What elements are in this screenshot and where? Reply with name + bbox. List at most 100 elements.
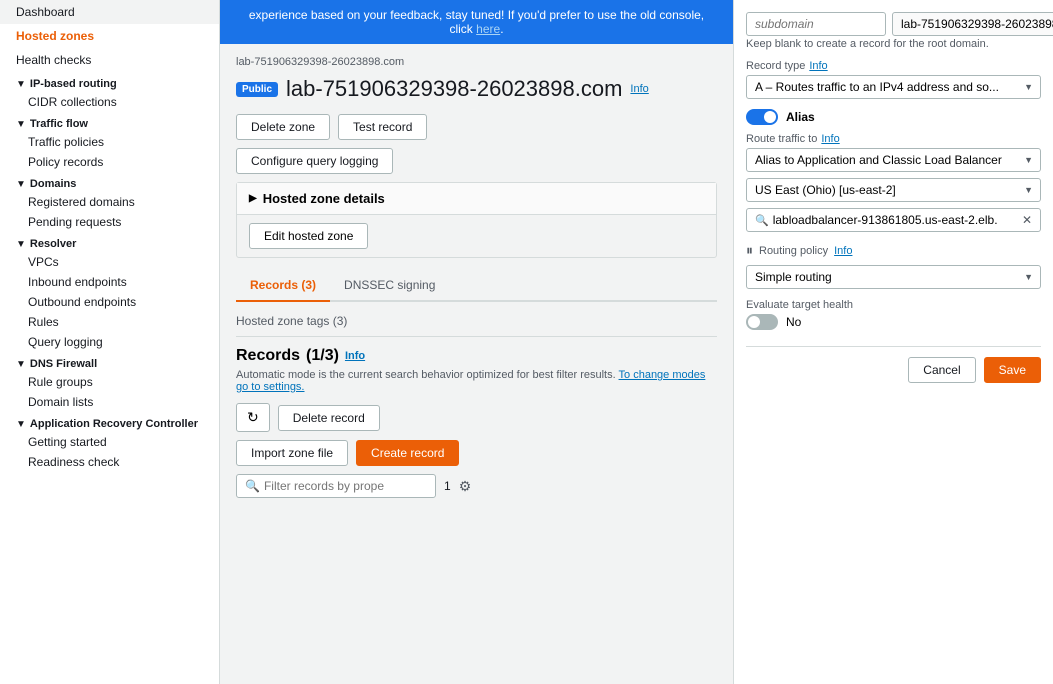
action-buttons: Delete zone Test record: [236, 114, 717, 140]
clear-icon[interactable]: ✕: [1022, 213, 1032, 227]
details-body: Edit hosted zone: [237, 214, 716, 257]
sidebar: Dashboard Hosted zones Health checks ▼ I…: [0, 0, 220, 684]
create-record-button[interactable]: Create record: [356, 440, 459, 466]
subdomain-group: lab-751906329398-26023898.com Keep blank…: [746, 12, 1041, 50]
banner-link[interactable]: here: [476, 22, 500, 36]
chevron-down-icon: ▼: [16, 119, 26, 130]
alias-label: Alias: [786, 110, 815, 124]
route-search-input[interactable]: [773, 213, 1018, 227]
refresh-button[interactable]: ↻: [236, 403, 270, 432]
content-body: lab-751906329398-26023898.com Public lab…: [220, 44, 733, 684]
import-zone-button[interactable]: Import zone file: [236, 440, 348, 466]
cancel-button[interactable]: Cancel: [908, 357, 975, 383]
chevron-down-icon: ▼: [16, 359, 26, 370]
records-count: (1/3): [306, 347, 339, 365]
route-option1-select[interactable]: Alias to Application and Classic Load Ba…: [746, 148, 1041, 172]
details-header[interactable]: ▶ Hosted zone details: [237, 183, 716, 214]
routing-policy-wrapper: Simple routing Failover Geolocation Late…: [746, 265, 1041, 289]
eval-health-toggle[interactable]: [746, 314, 778, 330]
sidebar-item-outbound-endpoints[interactable]: Outbound endpoints: [0, 292, 219, 312]
record-type-select[interactable]: A – Routes traffic to an IPv4 address an…: [746, 75, 1041, 99]
eval-health-label: Evaluate target health: [746, 299, 1041, 311]
sidebar-section-ip-routing[interactable]: ▼ IP-based routing: [0, 72, 219, 92]
sidebar-section-traffic-flow[interactable]: ▼ Traffic flow: [0, 112, 219, 132]
zone-info-link[interactable]: Info: [630, 83, 648, 95]
route-search-field: 🔍 ✕: [746, 208, 1041, 232]
route-option1-wrapper: Alias to Application and Classic Load Ba…: [746, 148, 1041, 172]
record-type-info-link[interactable]: Info: [809, 60, 827, 72]
sidebar-item-getting-started[interactable]: Getting started: [0, 432, 219, 452]
zone-header: Public lab-751906329398-26023898.com Inf…: [236, 76, 717, 102]
records-title: Records: [236, 347, 300, 365]
alias-row: Alias: [746, 109, 1041, 125]
banner: experience based on your feedback, stay …: [220, 0, 733, 44]
breadcrumb: lab-751906329398-26023898.com: [236, 56, 717, 68]
records-actions: ↻ Delete record: [236, 403, 717, 432]
hint-text: Keep blank to create a record for the ro…: [746, 38, 1041, 50]
alias-toggle[interactable]: [746, 109, 778, 125]
routing-policy-info-link[interactable]: Info: [834, 245, 852, 257]
sidebar-item-vpcs[interactable]: VPCs: [0, 252, 219, 272]
route-option2-wrapper: US East (Ohio) [us-east-2]: [746, 178, 1041, 202]
expand-icon: ▶: [249, 193, 257, 204]
sidebar-item-policy-records[interactable]: Policy records: [0, 152, 219, 172]
save-button[interactable]: Save: [984, 357, 1041, 383]
sidebar-item-cidr-collections[interactable]: CIDR collections: [0, 92, 219, 112]
sidebar-section-resolver[interactable]: ▼ Resolver: [0, 232, 219, 252]
sidebar-item-registered-domains[interactable]: Registered domains: [0, 192, 219, 212]
routing-policy-label: Routing policy: [759, 245, 828, 257]
routing-policy-group: ⏸ Routing policy Info Simple routing Fai…: [746, 242, 1041, 289]
sidebar-section-app-recovery[interactable]: ▼ Application Recovery Controller: [0, 412, 219, 432]
pause-icon: ⏸: [746, 242, 753, 259]
page-number: 1: [444, 479, 451, 493]
delete-zone-button[interactable]: Delete zone: [236, 114, 330, 140]
sidebar-item-hosted-zones[interactable]: Hosted zones: [0, 24, 219, 48]
delete-record-button[interactable]: Delete record: [278, 405, 380, 431]
chevron-down-icon: ▼: [16, 179, 26, 190]
public-badge: Public: [236, 82, 278, 97]
gear-icon[interactable]: ⚙: [459, 478, 472, 495]
search-input[interactable]: [264, 479, 427, 493]
eval-health-group: Evaluate target health No: [746, 299, 1041, 330]
tab-records[interactable]: Records (3): [236, 270, 330, 302]
sidebar-item-health-checks[interactable]: Health checks: [0, 48, 219, 72]
subdomain-input[interactable]: [746, 12, 886, 36]
sidebar-item-domain-lists[interactable]: Domain lists: [0, 392, 219, 412]
route-traffic-info-link[interactable]: Info: [821, 133, 839, 145]
tabs: Records (3) DNSSEC signing: [236, 270, 717, 302]
sidebar-item-readiness-check[interactable]: Readiness check: [0, 452, 219, 472]
panel-footer: Cancel Save: [746, 346, 1041, 383]
edit-hosted-zone-button[interactable]: Edit hosted zone: [249, 223, 368, 249]
record-type-select-wrapper: A – Routes traffic to an IPv4 address an…: [746, 75, 1041, 99]
route-option2-select[interactable]: US East (Ohio) [us-east-2]: [746, 178, 1041, 202]
sidebar-item-rule-groups[interactable]: Rule groups: [0, 372, 219, 392]
records-header: Records (1/3) Info: [236, 347, 717, 365]
right-panel: lab-751906329398-26023898.com Keep blank…: [733, 0, 1053, 684]
sidebar-section-domains[interactable]: ▼ Domains: [0, 172, 219, 192]
test-record-button[interactable]: Test record: [338, 114, 427, 140]
sidebar-item-dashboard[interactable]: Dashboard: [0, 0, 219, 24]
sidebar-section-dns-firewall[interactable]: ▼ DNS Firewall: [0, 352, 219, 372]
tab-dnssec[interactable]: DNSSEC signing: [330, 270, 449, 302]
record-type-group: Record type Info A – Routes traffic to a…: [746, 60, 1041, 99]
sidebar-item-traffic-policies[interactable]: Traffic policies: [0, 132, 219, 152]
sidebar-item-query-logging[interactable]: Query logging: [0, 332, 219, 352]
routing-policy-select[interactable]: Simple routing Failover Geolocation Late…: [746, 265, 1041, 289]
records-subtext: Automatic mode is the current search beh…: [236, 369, 717, 393]
eval-health-row: No: [746, 314, 1041, 330]
route-traffic-group: Route traffic to Info Alias to Applicati…: [746, 133, 1041, 232]
sidebar-item-rules[interactable]: Rules: [0, 312, 219, 332]
sidebar-item-inbound-endpoints[interactable]: Inbound endpoints: [0, 272, 219, 292]
zone-title: lab-751906329398-26023898.com: [286, 76, 622, 102]
tags-row[interactable]: Hosted zone tags (3): [236, 314, 717, 337]
search-icon: 🔍: [755, 214, 769, 227]
record-type-label: Record type: [746, 60, 805, 72]
configure-logging-button[interactable]: Configure query logging: [236, 148, 393, 174]
search-box: 🔍: [236, 474, 436, 498]
records-info-link[interactable]: Info: [345, 350, 365, 362]
sidebar-item-pending-requests[interactable]: Pending requests: [0, 212, 219, 232]
domain-suffix: lab-751906329398-26023898.com: [892, 12, 1053, 36]
records-actions-2: Import zone file Create record: [236, 440, 717, 466]
configure-button-row: Configure query logging: [236, 148, 717, 174]
search-icon: 🔍: [245, 479, 260, 493]
